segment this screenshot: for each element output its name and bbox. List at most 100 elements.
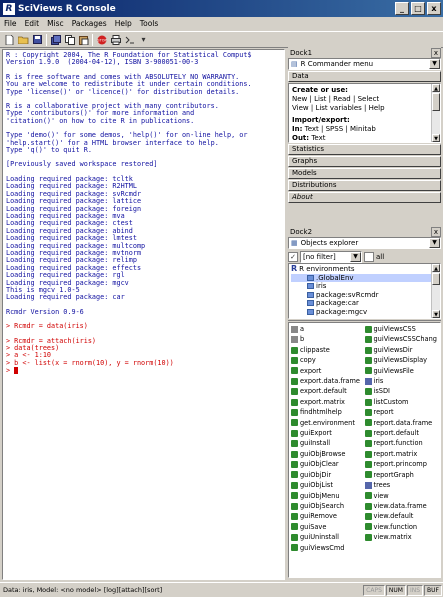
- filter-check-icon[interactable]: ✓: [288, 251, 298, 262]
- dock1-selector-combo[interactable]: ▤ R Commander menu ▼: [288, 58, 441, 70]
- copy-icon[interactable]: [64, 34, 75, 45]
- chevron-down-icon[interactable]: ▼: [350, 251, 361, 262]
- env-root[interactable]: R R environments: [291, 264, 438, 274]
- scroll-thumb[interactable]: [432, 93, 440, 111]
- dock2-close-button[interactable]: x: [431, 226, 441, 237]
- menu-edit[interactable]: Edit: [25, 19, 40, 28]
- link-export-text[interactable]: Text: [311, 134, 325, 142]
- terminal-icon[interactable]: [124, 34, 135, 45]
- menu-help[interactable]: Help: [115, 19, 132, 28]
- scroll-up-icon[interactable]: ▲: [432, 84, 440, 92]
- link-select[interactable]: Select: [358, 95, 380, 103]
- chevron-down-icon[interactable]: ▼: [429, 59, 440, 69]
- print-icon[interactable]: [110, 34, 121, 45]
- maximize-button[interactable]: □: [411, 2, 425, 15]
- section-graphs[interactable]: Graphs: [288, 156, 441, 167]
- menu-file[interactable]: File: [4, 19, 17, 28]
- object-item[interactable]: guiObjMenu: [291, 491, 365, 501]
- object-item[interactable]: report.default: [364, 428, 439, 438]
- save-all-icon[interactable]: [50, 34, 61, 45]
- close-button[interactable]: x: [427, 2, 441, 15]
- link-import-text[interactable]: Text: [305, 125, 319, 133]
- link-import-spss[interactable]: SPSS: [326, 125, 344, 133]
- section-models[interactable]: Models: [288, 168, 441, 179]
- object-item[interactable]: guiRemove: [291, 511, 365, 521]
- object-item[interactable]: export.default: [291, 386, 365, 396]
- dock1-close-button[interactable]: x: [431, 47, 441, 58]
- stop-icon[interactable]: STOP: [96, 34, 107, 45]
- chevron-down-icon[interactable]: ▼: [429, 238, 440, 248]
- object-item[interactable]: view.default: [364, 511, 439, 521]
- object-item[interactable]: guiViewsCSS: [364, 324, 439, 334]
- object-item[interactable]: guiUninstall: [291, 532, 365, 542]
- scroll-up-icon[interactable]: ▲: [432, 264, 440, 272]
- objects-list[interactable]: a b clippaste copy export export.data.frame ex…: [288, 322, 441, 578]
- object-item[interactable]: guiObjBrowse: [291, 449, 365, 459]
- link-view[interactable]: View: [292, 104, 309, 112]
- env-item[interactable]: iris: [291, 282, 438, 291]
- minimize-button[interactable]: _: [395, 2, 409, 15]
- object-item[interactable]: guiViewsDisplay: [364, 355, 439, 365]
- link-read[interactable]: Read: [333, 95, 351, 103]
- object-item[interactable]: reportGraph: [364, 470, 439, 480]
- scroll-down-icon[interactable]: ▼: [432, 134, 440, 142]
- object-item[interactable]: a: [291, 324, 365, 334]
- scroll-down-icon[interactable]: ▼: [432, 310, 440, 318]
- paste-icon[interactable]: [78, 34, 89, 45]
- object-item[interactable]: guiObjList: [291, 480, 365, 490]
- object-item[interactable]: report: [364, 407, 439, 417]
- object-item[interactable]: guiObjDir: [291, 470, 365, 480]
- link-list-variables[interactable]: List variables: [315, 104, 361, 112]
- link-list[interactable]: List: [314, 95, 326, 103]
- object-item[interactable]: view: [364, 491, 439, 501]
- object-item[interactable]: guiViewsFile: [364, 366, 439, 376]
- object-item[interactable]: guiExport: [291, 428, 365, 438]
- menu-misc[interactable]: Misc: [47, 19, 64, 28]
- section-data[interactable]: Data: [288, 71, 441, 82]
- object-item[interactable]: guiSave: [291, 522, 365, 532]
- save-icon[interactable]: [32, 34, 43, 45]
- object-item[interactable]: guiViewsCSSChang: [364, 334, 439, 344]
- env-tree-scrollbar[interactable]: ▲ ▼: [431, 264, 440, 318]
- menu-packages[interactable]: Packages: [72, 19, 107, 28]
- menu-tools[interactable]: Tools: [140, 19, 158, 28]
- object-item[interactable]: isSDI: [364, 386, 439, 396]
- object-item[interactable]: findhtmlhelp: [291, 407, 365, 417]
- object-item[interactable]: guiViewsCmd: [291, 543, 365, 553]
- object-item[interactable]: listCustom: [364, 397, 439, 407]
- r-console-output[interactable]: R : Copyright 2004, The R Foundation for…: [2, 49, 285, 580]
- object-item[interactable]: report.data.frame: [364, 418, 439, 428]
- filter-combo[interactable]: [no filter] ▼: [300, 250, 362, 263]
- object-item[interactable]: copy: [291, 355, 365, 365]
- object-item[interactable]: trees: [364, 480, 439, 490]
- chevron-down-icon[interactable]: ▾: [138, 34, 149, 45]
- object-item[interactable]: export.matrix: [291, 397, 365, 407]
- link-import-minitab[interactable]: Minitab: [350, 125, 376, 133]
- link-help[interactable]: Help: [369, 104, 385, 112]
- object-item[interactable]: get.environment: [291, 418, 365, 428]
- object-item[interactable]: report.function: [364, 438, 439, 448]
- dock2-selector-combo[interactable]: ▦ Objects explorer ▼: [288, 237, 441, 249]
- object-item[interactable]: report.princomp: [364, 459, 439, 469]
- object-item[interactable]: guiViewsDir: [364, 345, 439, 355]
- scroll-thumb[interactable]: [432, 273, 440, 285]
- object-item[interactable]: guiObjClear: [291, 459, 365, 469]
- object-item[interactable]: clippaste: [291, 345, 365, 355]
- object-item[interactable]: view.function: [364, 522, 439, 532]
- env-item[interactable]: .GlobalEnv: [291, 273, 438, 282]
- section-about[interactable]: About: [288, 192, 441, 203]
- link-new[interactable]: New: [292, 95, 307, 103]
- object-item[interactable]: view.data.frame: [364, 501, 439, 511]
- env-item[interactable]: package:svRcmdr: [291, 291, 438, 300]
- object-item[interactable]: guiInstall: [291, 438, 365, 448]
- new-file-icon[interactable]: [4, 34, 15, 45]
- object-item[interactable]: iris: [364, 376, 439, 386]
- object-item[interactable]: b: [291, 334, 365, 344]
- object-item[interactable]: export.data.frame: [291, 376, 365, 386]
- data-panel-scrollbar[interactable]: ▲ ▼: [431, 84, 440, 142]
- object-item[interactable]: report.matrix: [364, 449, 439, 459]
- section-statistics[interactable]: Statistics: [288, 144, 441, 155]
- object-item[interactable]: guiObjSearch: [291, 501, 365, 511]
- section-distributions[interactable]: Distributions: [288, 180, 441, 191]
- all-checkbox[interactable]: [364, 251, 374, 262]
